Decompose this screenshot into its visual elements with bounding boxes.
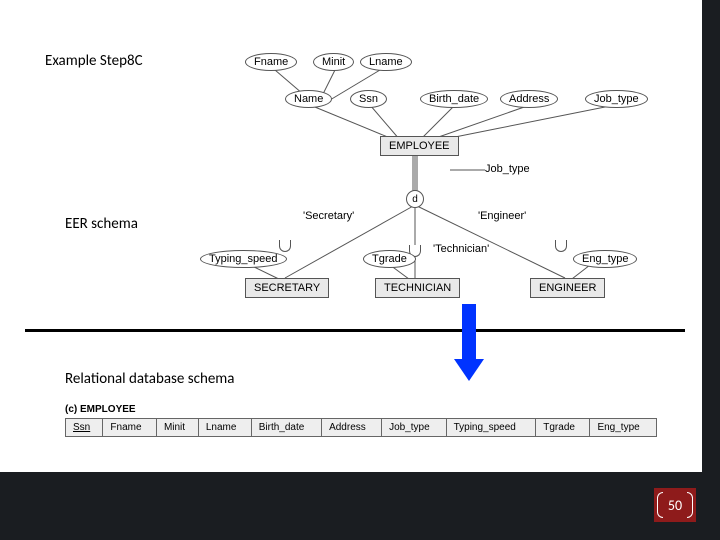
col-jobtype: Job_type [382,419,447,437]
attr-birthdate: Birth_date [420,90,488,108]
sidebar-stripe [702,0,720,540]
disc-secretary: 'Secretary' [303,210,354,222]
slide-title: Example Step8C [45,52,143,70]
col-lname: Lname [198,419,251,437]
col-birthdate: Birth_date [251,419,321,437]
col-ssn: Ssn [66,419,103,437]
entity-engineer: ENGINEER [530,278,605,298]
relational-label: Relational database schema [65,370,234,388]
table-caption: (c) EMPLOYEE [65,404,657,415]
subset-cup-1 [279,240,291,252]
eer-label: EER schema [65,215,138,233]
relational-table: (c) EMPLOYEE Ssn Fname Minit Lname Birth… [65,404,657,437]
attr-engtype: Eng_type [573,250,637,268]
col-minit: Minit [156,419,198,437]
attr-address: Address [500,90,558,108]
col-typingspeed: Typing_speed [446,419,536,437]
entity-employee: EMPLOYEE [380,136,459,156]
page-number-badge: 50 [654,488,696,522]
table-name: EMPLOYEE [80,404,136,415]
disc-engineer: 'Engineer' [478,210,526,222]
attr-ssn: Ssn [350,90,387,108]
eer-diagram: Fname Minit Lname Name Ssn Birth_date Ad… [195,50,665,305]
attr-tgrade: Tgrade [363,250,416,268]
attr-lname: Lname [360,53,412,71]
col-fname: Fname [103,419,157,437]
entity-secretary: SECRETARY [245,278,329,298]
attr-name: Name [285,90,332,108]
col-address: Address [322,419,382,437]
col-tgrade: Tgrade [536,419,590,437]
attr-minit: Minit [313,53,354,71]
footer-bar: 50 [0,472,720,540]
page-number: 50 [668,497,682,514]
subset-cup-3 [555,240,567,252]
disjoint-circle: d [406,190,424,208]
option-label: (c) [65,404,77,415]
entity-technician: TECHNICIAN [375,278,460,298]
attr-jobtype: Job_type [585,90,648,108]
attr-fname: Fname [245,53,297,71]
down-arrow-icon [454,304,484,384]
col-engtype: Eng_type [590,419,657,437]
disc-technician: 'Technician' [433,243,489,255]
link-jobtype: Job_type [485,163,530,175]
attr-typingspeed: Typing_speed [200,250,287,268]
divider-line [25,329,685,332]
